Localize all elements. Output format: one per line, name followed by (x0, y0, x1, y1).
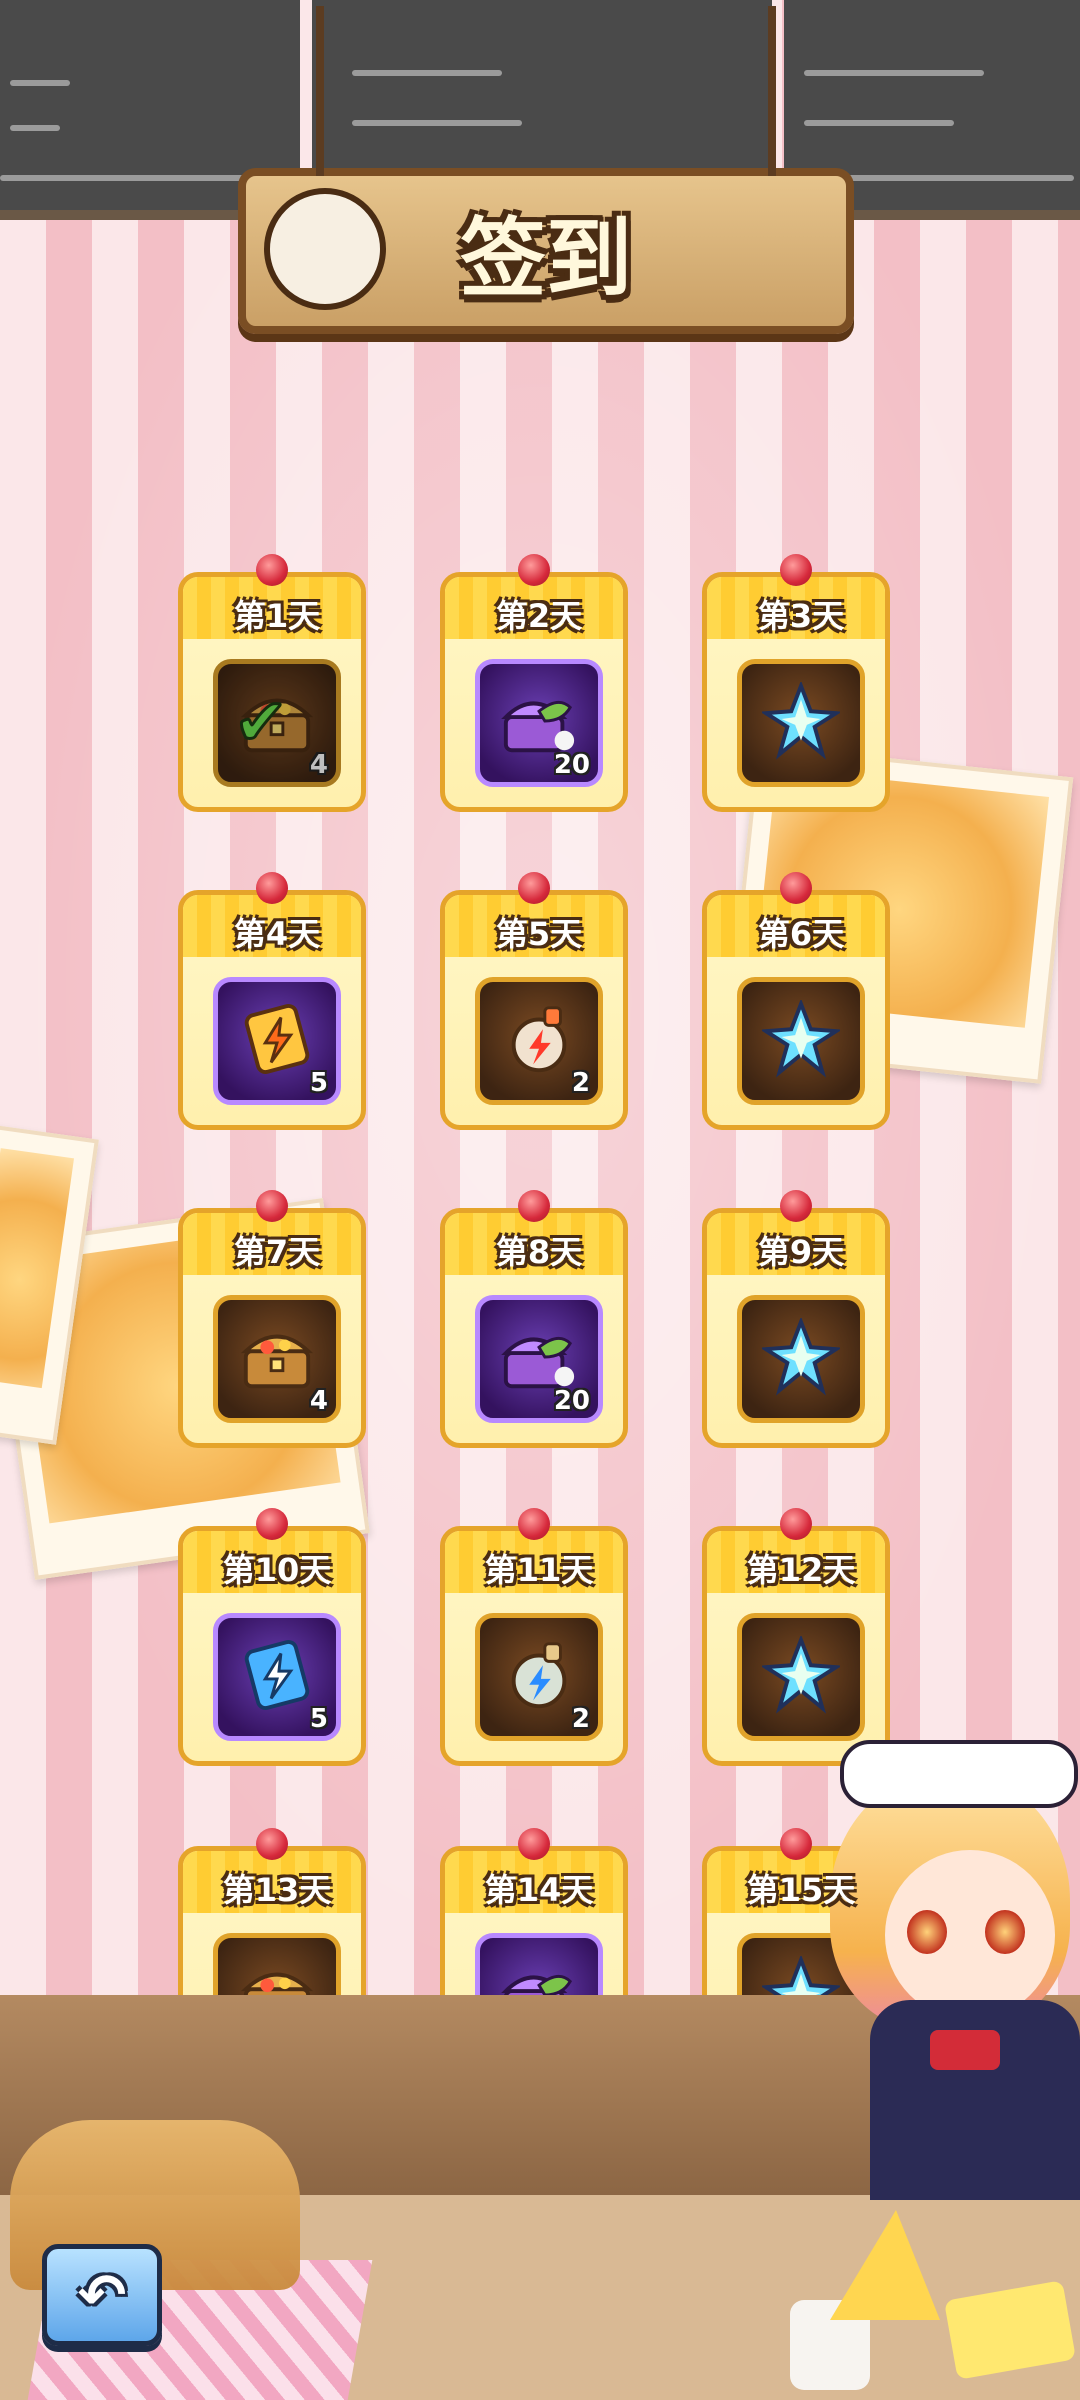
reward-slot: 4 (213, 1295, 341, 1423)
day-card[interactable]: 第4天 5 (178, 872, 366, 1130)
blue-potion-icon (500, 1636, 578, 1714)
reward-count: 20 (553, 1386, 590, 1416)
card-body: 第5天 2 (440, 890, 628, 1130)
reward-slot (737, 659, 865, 787)
reward-slot: ✔ 4 (213, 659, 341, 787)
day-card[interactable]: 第10天 5 (178, 1508, 366, 1766)
day-label: 第15天 (746, 1871, 856, 1909)
pushpin-icon (780, 1828, 812, 1860)
card-body: 第3天 (702, 572, 890, 812)
pushpin-icon (256, 1508, 288, 1540)
reward-slot: 2 (475, 1613, 603, 1741)
pushpin-icon (518, 1828, 550, 1860)
back-arrow-icon: ↶ (77, 2261, 127, 2329)
reward-slot: 5 (213, 977, 341, 1105)
purple-chest-icon (500, 682, 578, 760)
card-body: 第7天 4 (178, 1208, 366, 1448)
reward-count: 5 (309, 1068, 328, 1098)
day-label: 第8天 (495, 1233, 583, 1271)
reward-slot: 20 (475, 659, 603, 787)
day-label: 第1天 (233, 597, 321, 635)
purple-chest-icon (500, 1318, 578, 1396)
day-label: 第6天 (757, 915, 845, 953)
day-label: 第2天 (495, 597, 583, 635)
day-card[interactable]: 第6天 (702, 872, 890, 1130)
reward-slot: 20 (475, 1295, 603, 1423)
maid-character (810, 1700, 1080, 2200)
card-body: 第10天 5 (178, 1526, 366, 1766)
orange-lightning-pack-icon (238, 1000, 316, 1078)
pushpin-icon (780, 1508, 812, 1540)
day-card[interactable]: 第2天 20 (440, 554, 628, 812)
day-card[interactable]: 第3天 (702, 554, 890, 812)
day-label: 第14天 (484, 1871, 594, 1909)
day-label: 第10天 (222, 1551, 332, 1589)
crystal-star-icon (759, 998, 843, 1078)
pushpin-icon (256, 1828, 288, 1860)
card-body: 第9天 (702, 1208, 890, 1448)
day-label: 第12天 (746, 1551, 856, 1589)
reward-slot (737, 977, 865, 1105)
blue-lightning-pack-icon (238, 1636, 316, 1714)
day-label: 第7天 (233, 1233, 321, 1271)
day-label: 第4天 (233, 915, 321, 953)
reward-count: 4 (309, 750, 328, 780)
checkmark-icon: ✔ (233, 685, 290, 762)
butter-icon (943, 2280, 1077, 2380)
day-card[interactable]: 第5天 2 (440, 872, 628, 1130)
pushpin-icon (780, 1190, 812, 1222)
crystal-star-icon (759, 680, 843, 760)
reward-slot: 5 (213, 1613, 341, 1741)
card-body: 第1天 ✔ 4 (178, 572, 366, 812)
pushpin-icon (256, 554, 288, 586)
day-label: 第3天 (757, 597, 845, 635)
card-body: 第2天 20 (440, 572, 628, 812)
card-body: 第8天 20 (440, 1208, 628, 1448)
reward-count: 2 (571, 1068, 590, 1098)
reward-count: 4 (309, 1386, 328, 1416)
reward-count: 20 (553, 750, 590, 780)
crystal-star-icon (759, 1316, 843, 1396)
pushpin-icon (256, 1190, 288, 1222)
card-body: 第6天 (702, 890, 890, 1130)
red-potion-icon (500, 1000, 578, 1078)
pushpin-icon (518, 1508, 550, 1540)
pushpin-icon (780, 554, 812, 586)
pushpin-icon (518, 1190, 550, 1222)
day-label: 第13天 (222, 1871, 332, 1909)
reward-slot: 2 (475, 977, 603, 1105)
chest-icon (238, 1318, 316, 1396)
pushpin-icon (780, 872, 812, 904)
pushpin-icon (518, 554, 550, 586)
card-body: 第4天 5 (178, 890, 366, 1130)
day-card[interactable]: 第9天 (702, 1190, 890, 1448)
pushpin-icon (518, 872, 550, 904)
day-card[interactable]: 第8天 20 (440, 1190, 628, 1448)
day-card[interactable]: 第7天 4 (178, 1190, 366, 1448)
day-label: 第5天 (495, 915, 583, 953)
food-pile (770, 2180, 1080, 2400)
cheese-icon (830, 2210, 940, 2320)
reward-slot (737, 1295, 865, 1423)
day-card[interactable]: 第1天 ✔ 4 (178, 554, 366, 812)
back-button[interactable]: ↶ (42, 2244, 162, 2346)
day-label: 第9天 (757, 1233, 845, 1271)
reward-count: 2 (571, 1704, 590, 1734)
pushpin-icon (256, 872, 288, 904)
reward-count: 5 (309, 1704, 328, 1734)
card-body: 第11天 2 (440, 1526, 628, 1766)
day-label: 第11天 (484, 1551, 594, 1589)
day-card[interactable]: 第11天 2 (440, 1508, 628, 1766)
